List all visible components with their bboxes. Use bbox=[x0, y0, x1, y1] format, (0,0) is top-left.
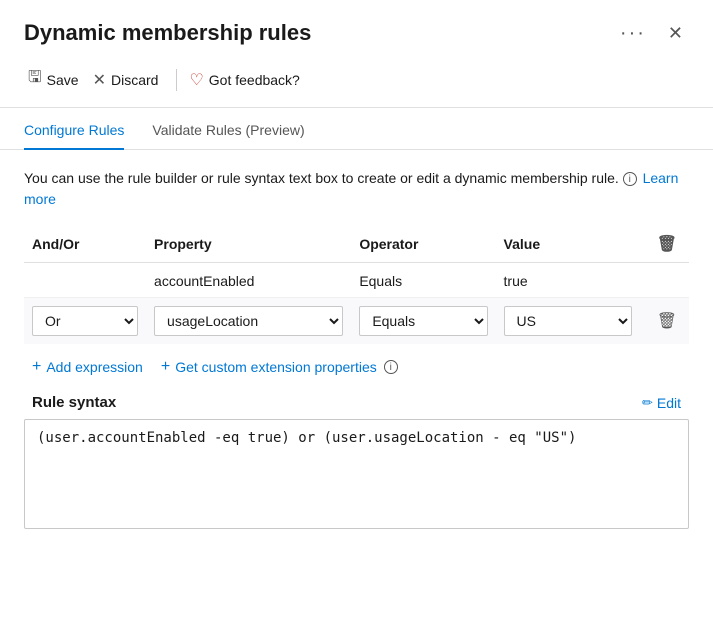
table-row: And Or usageLocation Equals Not Equals bbox=[24, 298, 689, 345]
dynamic-property-cell: usageLocation bbox=[146, 298, 351, 345]
save-icon: 🖫 bbox=[28, 66, 42, 93]
description: You can use the rule builder or rule syn… bbox=[24, 168, 689, 210]
static-property: accountEnabled bbox=[146, 263, 351, 298]
feedback-icon: ♡ bbox=[189, 70, 203, 90]
table-header-row: And/Or Property Operator Value 🗑 bbox=[24, 228, 689, 263]
header-trash: 🗑 bbox=[640, 228, 689, 263]
edit-label: Edit bbox=[657, 395, 681, 411]
andor-select[interactable]: And Or bbox=[32, 306, 138, 336]
rule-syntax-box: (user.accountEnabled -eq true) or (user.… bbox=[24, 419, 689, 529]
save-button[interactable]: 🖫 Save bbox=[24, 62, 89, 97]
save-label: Save bbox=[47, 72, 79, 88]
dialog-title: Dynamic membership rules bbox=[24, 20, 620, 46]
add-expression-label: Add expression bbox=[46, 359, 143, 375]
static-trash-cell bbox=[640, 263, 689, 298]
close-icon[interactable]: ✕ bbox=[662, 21, 689, 46]
rule-syntax-section: Rule syntax ✏ Edit (user.accountEnabled … bbox=[24, 394, 689, 529]
more-options-icon[interactable]: ··· bbox=[620, 22, 646, 45]
static-operator: Equals bbox=[351, 263, 495, 298]
toolbar-separator bbox=[176, 69, 177, 91]
header-andor: And/Or bbox=[24, 228, 146, 263]
static-andor bbox=[24, 263, 146, 298]
operator-select[interactable]: Equals Not Equals bbox=[359, 306, 487, 336]
header-operator: Operator bbox=[351, 228, 495, 263]
tabs: Configure Rules Validate Rules (Preview) bbox=[0, 112, 713, 150]
edit-icon: ✏ bbox=[642, 395, 653, 411]
actions-row: + Add expression + Get custom extension … bbox=[24, 348, 689, 394]
feedback-label: Got feedback? bbox=[209, 72, 300, 88]
plus-icon: + bbox=[32, 358, 41, 376]
rule-syntax-title: Rule syntax bbox=[32, 394, 116, 411]
dynamic-andor-cell: And Or bbox=[24, 298, 146, 345]
info-icon: i bbox=[623, 172, 637, 186]
tab-validate-rules[interactable]: Validate Rules (Preview) bbox=[152, 112, 304, 150]
custom-info-icon: i bbox=[384, 360, 398, 374]
value-select[interactable]: US bbox=[504, 306, 632, 336]
header-property: Property bbox=[146, 228, 351, 263]
dynamic-value-cell: US bbox=[496, 298, 640, 345]
toolbar: 🖫 Save ✕ Discard ♡ Got feedback? bbox=[0, 56, 713, 108]
static-value: true bbox=[496, 263, 640, 298]
edit-link[interactable]: ✏ Edit bbox=[642, 395, 681, 411]
header-trash-icon: 🗑 bbox=[653, 234, 681, 255]
table-row: accountEnabled Equals true bbox=[24, 263, 689, 298]
rule-syntax-content: (user.accountEnabled -eq true) or (user.… bbox=[37, 430, 576, 446]
discard-icon: ✕ bbox=[93, 70, 106, 90]
get-custom-label: Get custom extension properties bbox=[175, 359, 377, 375]
discard-label: Discard bbox=[111, 72, 158, 88]
description-text: You can use the rule builder or rule syn… bbox=[24, 170, 619, 186]
dynamic-trash-cell: 🗑 bbox=[640, 298, 689, 345]
header-value: Value bbox=[496, 228, 640, 263]
rules-table: And/Or Property Operator Value 🗑 account… bbox=[24, 228, 689, 344]
dynamic-operator-cell: Equals Not Equals bbox=[351, 298, 495, 345]
dialog: Dynamic membership rules ··· ✕ 🖫 Save ✕ … bbox=[0, 0, 713, 635]
delete-row-button[interactable]: 🗑 bbox=[653, 309, 681, 333]
property-select[interactable]: usageLocation bbox=[154, 306, 343, 336]
add-expression-link[interactable]: + Add expression bbox=[32, 358, 143, 376]
feedback-button[interactable]: ♡ Got feedback? bbox=[185, 66, 309, 94]
discard-button[interactable]: ✕ Discard bbox=[89, 66, 169, 94]
tab-configure-rules[interactable]: Configure Rules bbox=[24, 112, 124, 150]
dialog-header: Dynamic membership rules ··· ✕ bbox=[0, 0, 713, 56]
plus-icon-2: + bbox=[161, 358, 170, 376]
content-area: You can use the rule builder or rule syn… bbox=[0, 150, 713, 529]
get-custom-extension-link[interactable]: + Get custom extension properties i bbox=[161, 358, 400, 376]
rule-syntax-header: Rule syntax ✏ Edit bbox=[24, 394, 689, 411]
